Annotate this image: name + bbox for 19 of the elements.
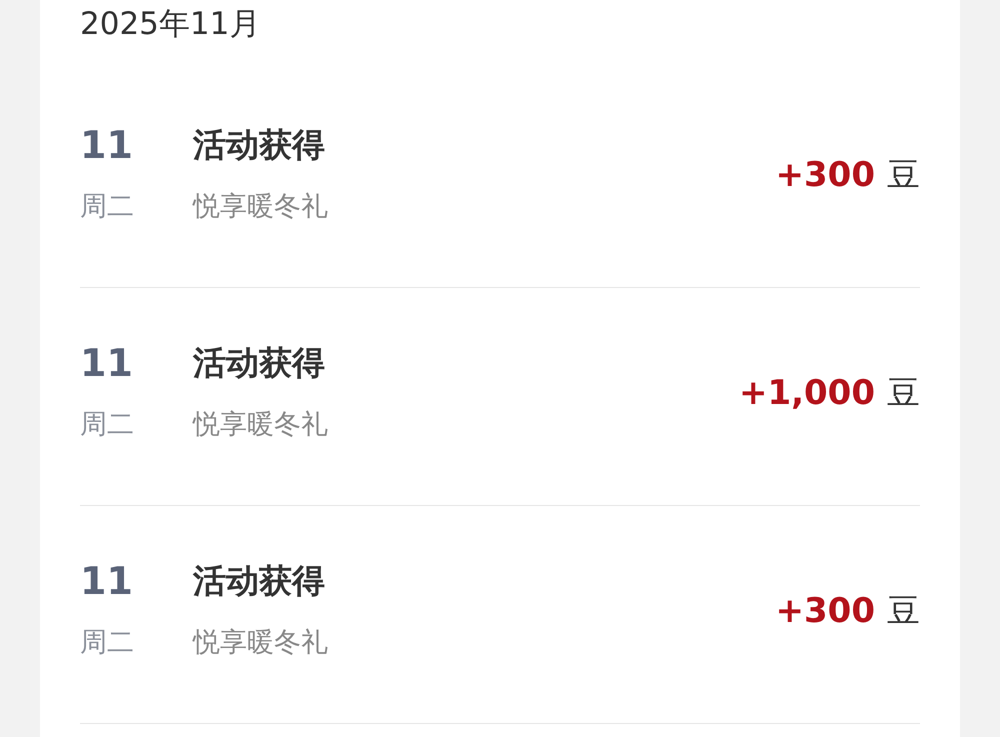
points-amount: +1,000 xyxy=(738,372,875,414)
month-heading: 2025年11月 xyxy=(80,6,260,42)
record-title: 活动获得 xyxy=(193,560,326,602)
record-subtitle: 悦享暖冬礼 xyxy=(193,626,329,660)
weekday-label: 周二 xyxy=(80,190,135,224)
record-title: 活动获得 xyxy=(193,342,326,384)
weekday-label: 周二 xyxy=(80,626,135,660)
day-number: 11 xyxy=(80,559,134,603)
record-subtitle: 悦享暖冬礼 xyxy=(193,190,329,224)
points-amount: +300 xyxy=(776,154,875,196)
day-number: 11 xyxy=(80,341,134,385)
points-unit: 豆 xyxy=(887,154,920,196)
points-amount: +300 xyxy=(776,590,875,632)
record-subtitle: 悦享暖冬礼 xyxy=(193,408,329,442)
points-unit: 豆 xyxy=(887,590,920,632)
record-title: 活动获得 xyxy=(193,124,326,166)
weekday-label: 周二 xyxy=(80,408,135,442)
day-number: 11 xyxy=(80,123,134,167)
points-unit: 豆 xyxy=(887,372,920,414)
